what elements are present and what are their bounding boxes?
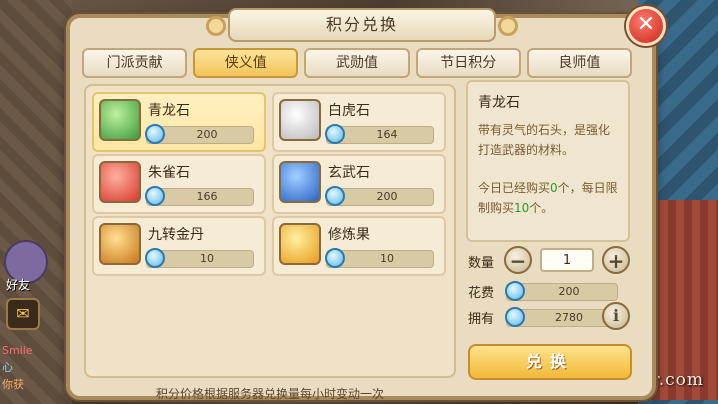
item-price: 166 bbox=[196, 190, 218, 203]
detail-item-name: 青龙石 bbox=[478, 95, 520, 111]
baihu-stone-icon bbox=[279, 99, 321, 141]
item-name: 白虎石 bbox=[328, 103, 370, 119]
info-button[interactable]: i bbox=[602, 302, 630, 330]
tab-merit[interactable]: 武勋值 bbox=[304, 48, 410, 78]
item-qinglong-stone[interactable]: 青龙石 200 bbox=[92, 92, 266, 152]
item-grid: 青龙石 200 白虎石 164 朱雀石 166 玄武石 200 九转金丹 10 … bbox=[84, 84, 456, 401]
price-bar: 164 bbox=[325, 124, 434, 144]
limit-suffix: 个。 bbox=[529, 201, 554, 215]
chat-line: 心 bbox=[2, 361, 13, 374]
item-zhuque-stone[interactable]: 朱雀石 166 bbox=[92, 154, 266, 214]
item-training-fruit[interactable]: 修炼果 10 bbox=[272, 216, 446, 276]
points-coin-icon bbox=[505, 281, 525, 301]
tab-mentor[interactable]: 良师值 bbox=[526, 48, 633, 78]
chat-line: 你获 bbox=[2, 378, 24, 391]
tab-sect-contribution[interactable]: 门派贡献 bbox=[82, 48, 188, 78]
item-baihu-stone[interactable]: 白虎石 164 bbox=[272, 92, 446, 152]
close-button[interactable]: ✕ bbox=[626, 6, 666, 46]
zhuque-stone-icon bbox=[99, 161, 141, 203]
item-name: 青龙石 bbox=[148, 103, 190, 119]
price-bar: 166 bbox=[145, 186, 254, 206]
decrease-quantity-button[interactable]: − bbox=[504, 246, 532, 274]
points-coin-icon bbox=[145, 124, 165, 144]
item-price: 200 bbox=[376, 190, 398, 203]
cost-value: 200 bbox=[558, 285, 580, 298]
owned-label: 拥有 bbox=[468, 312, 495, 327]
item-name: 玄武石 bbox=[328, 165, 370, 181]
price-bar: 10 bbox=[145, 248, 254, 268]
chat-log: Smile 心 你获 bbox=[2, 342, 33, 393]
item-golden-pill[interactable]: 九转金丹 10 bbox=[92, 216, 266, 276]
increase-quantity-button[interactable]: + bbox=[602, 246, 630, 274]
price-bar: 200 bbox=[145, 124, 254, 144]
item-name: 修炼果 bbox=[328, 227, 370, 243]
detail-purchase-limit: 今日已经购买0个，每日限制购买10个。 bbox=[478, 178, 620, 218]
cost-label: 花费 bbox=[468, 286, 495, 301]
quantity-label: 数量 bbox=[468, 256, 495, 271]
tab-festival-points[interactable]: 节日积分 bbox=[415, 48, 521, 78]
price-bar: 10 bbox=[325, 248, 434, 268]
item-price: 164 bbox=[376, 128, 398, 141]
chat-icon[interactable]: ✉ bbox=[6, 298, 40, 330]
price-note: 积分价格根据服务器兑换量每小时变动一次 bbox=[155, 387, 384, 401]
points-coin-icon bbox=[145, 186, 165, 206]
price-bar: 200 bbox=[325, 186, 434, 206]
exchange-button[interactable]: 兑换 bbox=[468, 344, 632, 380]
chat-line: Smile bbox=[2, 344, 33, 357]
item-price: 10 bbox=[200, 252, 214, 265]
item-detail-panel: 青龙石 带有灵气的石头，是强化打造武器的材料。 今日已经购买0个，每日限制购买1… bbox=[466, 80, 630, 242]
tab-chivalry[interactable]: 侠义值 bbox=[193, 48, 299, 78]
xuanwu-stone-icon bbox=[279, 161, 321, 203]
daily-limit: 10 bbox=[514, 201, 530, 215]
dialog-title: 积分兑换 bbox=[206, 8, 518, 42]
item-xuanwu-stone[interactable]: 玄武石 200 bbox=[272, 154, 446, 214]
currency-tabs: 门派贡献 侠义值 武勋值 节日积分 良师值 bbox=[82, 48, 633, 78]
item-name: 九转金丹 bbox=[148, 227, 204, 243]
golden-pill-icon bbox=[99, 223, 141, 265]
item-price: 10 bbox=[380, 252, 394, 265]
cost-bar: 200 bbox=[505, 281, 618, 301]
points-coin-icon bbox=[325, 248, 345, 268]
friend-label[interactable]: 好友 bbox=[6, 276, 30, 293]
bought-count: 0 bbox=[550, 181, 558, 195]
points-coin-icon bbox=[325, 124, 345, 144]
points-coin-icon bbox=[325, 186, 345, 206]
item-price: 200 bbox=[196, 128, 218, 141]
limit-prefix: 今日已经购买 bbox=[478, 181, 551, 195]
owned-value: 2780 bbox=[555, 311, 583, 324]
points-coin-icon bbox=[145, 248, 165, 268]
detail-description: 带有灵气的石头，是强化打造武器的材料。 bbox=[478, 123, 611, 157]
points-coin-icon bbox=[505, 307, 525, 327]
qinglong-stone-icon bbox=[99, 99, 141, 141]
training-fruit-icon bbox=[279, 223, 321, 265]
points-exchange-dialog: 积分兑换 ✕ 门派贡献 侠义值 武勋值 节日积分 良师值 青龙石 200 白虎石… bbox=[66, 6, 666, 401]
item-name: 朱雀石 bbox=[148, 165, 190, 181]
quantity-input[interactable] bbox=[540, 248, 594, 272]
